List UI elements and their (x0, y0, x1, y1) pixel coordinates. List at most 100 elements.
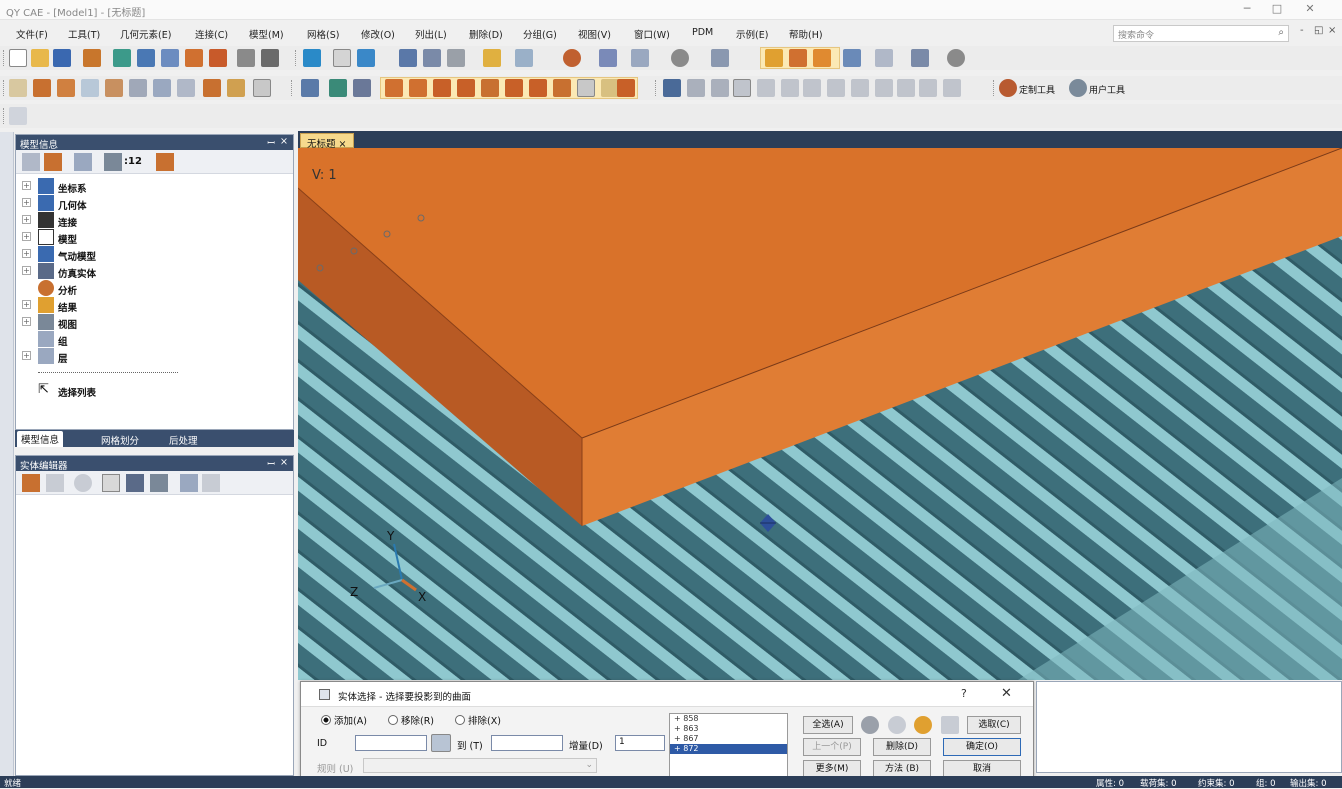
print-icon[interactable] (261, 49, 279, 67)
menu-tools[interactable]: 工具(T) (68, 27, 100, 41)
refresh-icon[interactable] (671, 49, 689, 67)
ruler-icon[interactable] (483, 49, 501, 67)
toolbar-grip[interactable] (655, 80, 658, 96)
left-dock-strip[interactable] (0, 132, 14, 776)
move-up-icon[interactable] (180, 474, 198, 492)
radio-add[interactable]: 添加(A) (321, 713, 367, 727)
geometry-icon[interactable] (765, 49, 783, 67)
command-search-input[interactable]: 搜索命令 ⌕ (1113, 25, 1289, 42)
tab-meshing[interactable]: 网格划分 (101, 433, 139, 447)
expand-toggle-icon[interactable]: + (22, 351, 31, 360)
undo-icon[interactable] (237, 49, 255, 67)
delete-button[interactable]: 删除(D) (873, 738, 931, 756)
radio-remove[interactable]: 移除(R) (388, 713, 434, 727)
id-picker-icon[interactable] (431, 734, 451, 752)
pencil-icon[interactable] (789, 49, 807, 67)
filter-icon[interactable] (22, 153, 40, 171)
user-tools-icon[interactable] (1069, 79, 1087, 97)
stack-icon[interactable] (781, 79, 799, 97)
edit-icon[interactable] (813, 49, 831, 67)
results-icon[interactable] (353, 79, 371, 97)
zoom-in-icon[interactable] (888, 716, 906, 734)
toolbar-grip[interactable] (993, 80, 996, 96)
split-icon[interactable] (505, 79, 523, 97)
pattern-icon[interactable] (875, 79, 893, 97)
lock-icon[interactable] (22, 474, 40, 492)
custom-tools-icon[interactable] (999, 79, 1017, 97)
menu-pdm[interactable]: PDM (692, 27, 713, 38)
radio-exclude[interactable]: 排除(X) (455, 713, 501, 727)
house-icon[interactable] (919, 79, 937, 97)
expand-toggle-icon[interactable]: + (22, 266, 31, 275)
home-icon[interactable] (897, 79, 915, 97)
pin-icon[interactable]: ꟷ (267, 136, 275, 149)
render-icon[interactable] (209, 49, 227, 67)
align-center-icon[interactable] (687, 79, 705, 97)
toolbar-grip[interactable] (295, 50, 298, 66)
menu-model[interactable]: 模型(M) (249, 27, 284, 41)
ok-button[interactable]: 确定(O) (943, 738, 1021, 756)
menu-file[interactable]: 文件(F) (16, 27, 48, 41)
tree-item-model[interactable]: + 模型 (22, 229, 282, 246)
tree-item-connections[interactable]: + 连接 (22, 212, 282, 229)
tree-item-selection-list[interactable]: ⇱ 选择列表 (22, 382, 282, 399)
toolbar-grip[interactable] (3, 80, 6, 96)
minimize-button[interactable]: ─ (1237, 2, 1257, 18)
mdi-restore-icon[interactable]: ◱ (1314, 25, 1323, 36)
model-view-icon[interactable] (185, 49, 203, 67)
zoom-window-icon[interactable] (631, 49, 649, 67)
trim-icon[interactable] (457, 79, 475, 97)
mdi-close-icon[interactable]: × (1328, 25, 1336, 36)
tree-item-aero-model[interactable]: + 气动模型 (22, 246, 282, 263)
constraint-icon[interactable] (301, 79, 319, 97)
panel-close-icon[interactable]: × (280, 457, 288, 468)
copy-icon[interactable] (46, 474, 64, 492)
tree-item-views[interactable]: + 视图 (22, 314, 282, 331)
script-icon[interactable] (9, 107, 27, 125)
pin-icon[interactable]: ꟷ (267, 457, 275, 470)
list-item[interactable]: + 858 (670, 714, 787, 724)
tile-icon[interactable] (803, 79, 821, 97)
align-right-icon[interactable] (711, 79, 729, 97)
link-icon[interactable] (357, 49, 375, 67)
hammer-icon[interactable] (104, 153, 122, 171)
list-icon[interactable] (399, 49, 417, 67)
analysis-icon[interactable] (329, 79, 347, 97)
expand-toggle-icon[interactable]: + (22, 232, 31, 241)
message-panel[interactable] (1036, 681, 1342, 773)
tree-item-groups[interactable]: 组 (22, 331, 282, 348)
move-down-icon[interactable] (202, 474, 220, 492)
close-button[interactable]: ✕ (1300, 2, 1320, 18)
rotate-icon[interactable] (303, 49, 321, 67)
project-icon[interactable] (577, 79, 595, 97)
menu-window[interactable]: 窗口(W) (634, 27, 670, 41)
expand-toggle-icon[interactable]: + (22, 249, 31, 258)
graphics-viewport[interactable]: V: 1 Y Z X (298, 148, 1342, 680)
spline-icon[interactable] (409, 79, 427, 97)
table-view-icon[interactable] (150, 474, 168, 492)
pick-tool-icon[interactable] (941, 716, 959, 734)
mdi-minimize-icon[interactable]: - (1300, 25, 1304, 36)
menu-view[interactable]: 视图(V) (578, 27, 611, 41)
select-box-icon[interactable] (333, 49, 351, 67)
intersect-icon[interactable] (553, 79, 571, 97)
offset-icon[interactable] (433, 79, 451, 97)
cascade-icon[interactable] (827, 79, 845, 97)
flower-icon[interactable] (851, 79, 869, 97)
new-file-icon[interactable] (9, 49, 27, 67)
rule-select[interactable]: ⌄ (363, 758, 597, 773)
menu-geometry[interactable]: 几何元素(E) (120, 27, 171, 41)
tree-item-layers[interactable]: + 层 (22, 348, 282, 365)
selected-ids-list[interactable]: + 858 + 863 + 867 + 872 (669, 713, 788, 777)
settings-icon[interactable] (947, 49, 965, 67)
panel-icon[interactable] (943, 79, 961, 97)
menu-group[interactable]: 分组(G) (523, 27, 557, 41)
menu-help[interactable]: 帮助(H) (789, 27, 823, 41)
expand-icon[interactable] (44, 153, 62, 171)
expand-toggle-icon[interactable]: + (22, 198, 31, 207)
menu-mesh[interactable]: 网格(S) (307, 27, 339, 41)
extend-icon[interactable] (481, 79, 499, 97)
list-item-selected[interactable]: + 872 (670, 744, 787, 754)
expand-toggle-icon[interactable]: + (22, 300, 31, 309)
screen-icon[interactable] (911, 49, 929, 67)
